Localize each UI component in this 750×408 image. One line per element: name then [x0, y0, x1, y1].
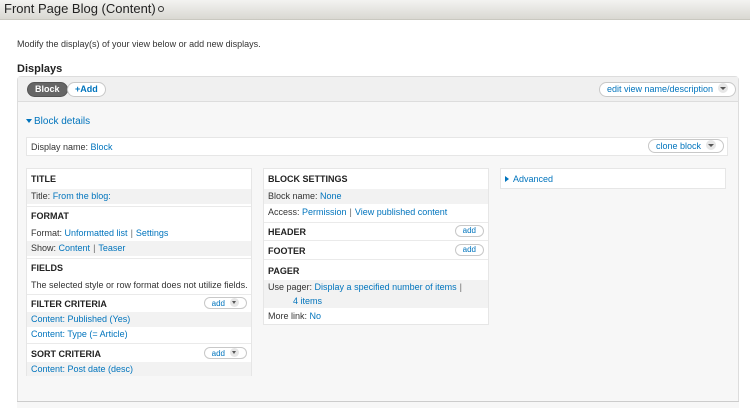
block-details-label: Block details	[34, 116, 91, 127]
displays-panel: Block +Add edit view name/description Bl…	[17, 76, 739, 406]
fields-note: The selected style or row format does no…	[31, 280, 248, 290]
use-pager-link[interactable]: Display a specified number of items	[315, 282, 457, 292]
pager-items-link[interactable]: 4 items	[293, 296, 322, 306]
display-name-label: Display name:	[31, 142, 89, 152]
column-second: BLOCK SETTINGS Block name: None Access: …	[263, 168, 489, 325]
more-link-value[interactable]: No	[310, 311, 322, 321]
column-third: Advanced	[500, 168, 726, 189]
access-row: Access: Permission | View published conten…	[268, 207, 448, 217]
intro-text: Modify the display(s) of your view below…	[17, 39, 261, 49]
chevron-down-icon[interactable]	[706, 140, 716, 150]
chevron-down-icon[interactable]	[230, 298, 239, 307]
filter-item-link[interactable]: Content: Published (Yes)	[31, 314, 130, 324]
add-display-button[interactable]: +Add	[67, 82, 106, 97]
sort-item-link[interactable]: Content: Post date (desc)	[31, 364, 133, 374]
column-first: TITLE Title: From the blog: FORMAT Forma…	[26, 168, 252, 376]
advanced-toggle[interactable]: Advanced	[501, 174, 725, 184]
show-value-link[interactable]: Content	[59, 243, 91, 253]
footer-add-button[interactable]: add	[454, 244, 484, 256]
format-section-heading: FORMAT	[31, 211, 69, 221]
display-name-row: Display name: Block clone block	[26, 137, 728, 156]
use-pager-row: Use pager: Display a specified number of…	[264, 280, 488, 308]
pager-section-heading: PAGER	[268, 266, 300, 276]
more-link-row: More link: No	[268, 311, 322, 321]
edit-view-label: edit view name/description	[607, 84, 714, 94]
show-row: Show: Content | Teaser	[27, 241, 251, 256]
triangle-down-icon	[26, 119, 32, 123]
filter-add-dropdown[interactable]: add	[203, 297, 247, 309]
tab-block[interactable]: Block	[27, 82, 68, 97]
access-setting-link[interactable]: View published content	[355, 207, 447, 217]
format-settings-link[interactable]: Settings	[136, 228, 169, 238]
block-name-row: Block name: None	[264, 189, 488, 204]
chevron-down-icon[interactable]	[230, 348, 239, 357]
displays-heading: Displays	[17, 63, 63, 75]
page-title: Front Page Blog (Content)	[4, 1, 156, 16]
advanced-label[interactable]: Advanced	[513, 174, 553, 184]
filter-item: Content: Published (Yes)	[27, 312, 251, 327]
format-row: Format: Unformatted list | Settings	[31, 228, 169, 238]
block-name-link[interactable]: None	[320, 191, 342, 201]
title-bar: Front Page Blog (Content)	[0, 0, 750, 20]
title-value-link[interactable]: From the blog:	[53, 191, 111, 201]
display-name-link[interactable]: Block	[91, 142, 113, 152]
sort-item: Content: Post date (desc)	[27, 362, 251, 376]
display-tabs: Block +Add edit view name/description	[18, 77, 738, 102]
triangle-right-icon	[505, 176, 509, 182]
format-value-link[interactable]: Unformatted list	[65, 228, 128, 238]
sort-add-dropdown[interactable]: add	[203, 347, 247, 359]
show-settings-link[interactable]: Teaser	[98, 243, 125, 253]
fields-section-heading: FIELDS	[31, 263, 64, 273]
chevron-down-icon[interactable]	[718, 83, 729, 93]
block-settings-heading: BLOCK SETTINGS	[268, 174, 348, 184]
access-value-link[interactable]: Permission	[302, 207, 347, 217]
gear-icon[interactable]	[158, 6, 164, 12]
filter-item: Content: Type (= Article)	[27, 327, 251, 342]
clone-block-dropdown[interactable]: clone block	[647, 139, 724, 153]
title-row: Title: From the blog:	[27, 189, 251, 204]
bottom-edge	[17, 401, 739, 408]
filter-item-link[interactable]: Content: Type (= Article)	[31, 329, 128, 339]
clone-block-label: clone block	[655, 141, 701, 151]
header-add-button[interactable]: add	[454, 225, 484, 237]
edit-view-dropdown[interactable]: edit view name/description	[599, 82, 737, 97]
title-section-heading: TITLE	[31, 174, 56, 184]
block-details-toggle[interactable]: Block details	[26, 116, 90, 127]
